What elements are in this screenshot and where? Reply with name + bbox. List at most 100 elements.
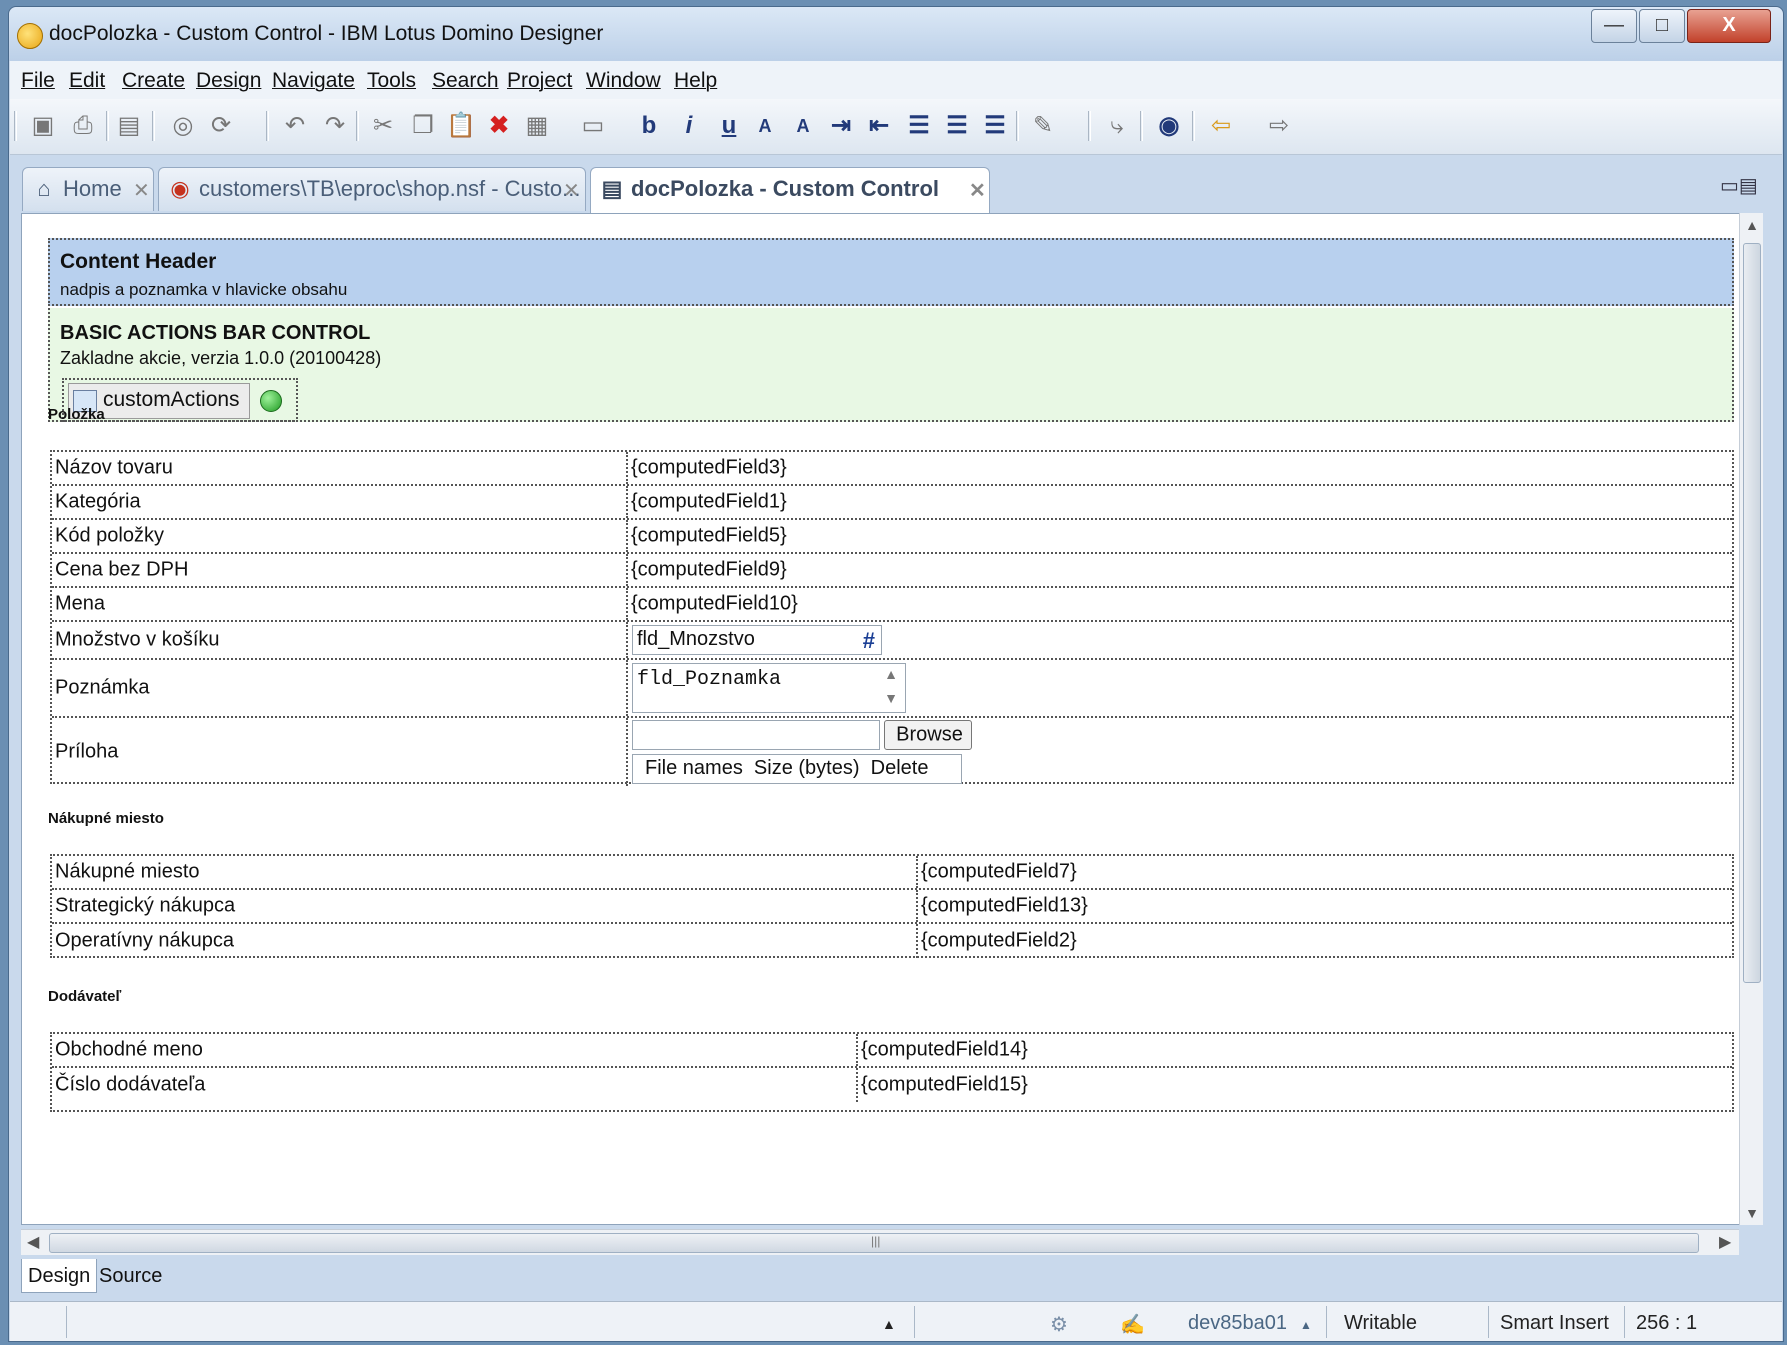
- paste-icon[interactable]: 📋: [446, 111, 476, 141]
- tab-docpolozka[interactable]: ▤ docPolozka - Custom Control ✕: [590, 167, 990, 213]
- menu-search[interactable]: Search: [432, 69, 499, 93]
- section-title-dodavatel: Dodávateľ: [48, 988, 122, 1005]
- table-row: Operatívny nákupca {computedField2}: [52, 924, 1732, 958]
- menu-file[interactable]: File: [21, 69, 55, 93]
- minimize-button[interactable]: —: [1591, 9, 1637, 43]
- indent-icon[interactable]: ⇥: [826, 111, 856, 141]
- replicate-icon[interactable]: ⟳: [206, 111, 236, 141]
- table-row: Množstvo v košíku fld_Mnozstvo #: [52, 622, 1732, 660]
- italic-icon[interactable]: i: [674, 111, 704, 141]
- nakupne-miesto-table: Nákupné miesto {computedField7} Strategi…: [50, 854, 1734, 958]
- menu-edit[interactable]: Edit: [69, 69, 105, 93]
- undo-icon[interactable]: ↶: [280, 111, 310, 141]
- actions-bar-panel[interactable]: BASIC ACTIONS BAR CONTROL Zakladne akcie…: [48, 308, 1734, 422]
- underline-icon[interactable]: u: [714, 111, 744, 141]
- menu-create[interactable]: Create: [122, 69, 185, 93]
- file-download-table[interactable]: File names Size (bytes) Delete: [632, 754, 962, 784]
- database-icon: ◉: [170, 176, 190, 201]
- table-row: Príloha Browse File names Size (bytes) D…: [52, 718, 1732, 786]
- menu-help[interactable]: Help: [674, 69, 717, 93]
- align-center-icon[interactable]: ☰: [942, 111, 972, 141]
- tab-shop-database[interactable]: ◉ customers\TB\eproc\shop.nsf - Custo...…: [158, 167, 586, 211]
- restore-view-icon[interactable]: ▭▤: [1720, 173, 1758, 198]
- design-canvas[interactable]: Content Header nadpis a poznamka v hlavi…: [21, 213, 1761, 1225]
- table-row: Cena bez DPH {computedField9}: [52, 554, 1732, 588]
- close-tab-icon[interactable]: ✕: [969, 178, 986, 203]
- forward-arrow-icon[interactable]: ⇨: [1264, 111, 1294, 141]
- tab-home[interactable]: ⌂ Home ✕: [22, 167, 154, 211]
- outdent-icon[interactable]: ⇤: [864, 111, 894, 141]
- close-tab-icon[interactable]: ✕: [133, 178, 150, 203]
- back-arrow-icon[interactable]: ⇦: [1206, 111, 1236, 141]
- cut-icon[interactable]: ✂: [368, 111, 398, 141]
- horizontal-scrollbar[interactable]: ◀ ||| ▶: [21, 1229, 1739, 1255]
- close-button[interactable]: X: [1687, 9, 1771, 43]
- table-row: Mena {computedField10}: [52, 588, 1732, 622]
- dodavatel-table: Obchodné meno {computedField14} Číslo do…: [50, 1032, 1734, 1112]
- delete-icon[interactable]: ✖: [484, 111, 514, 141]
- table-row: Strategický nákupca {computedField13}: [52, 890, 1732, 924]
- status-ok-icon: [260, 390, 282, 412]
- polozka-table: Názov tovaru {computedField3} Kategória …: [50, 450, 1734, 786]
- menu-window[interactable]: Window: [586, 69, 661, 93]
- server-menu-icon[interactable]: ▲: [1300, 1318, 1312, 1332]
- content-header-panel[interactable]: Content Header nadpis a poznamka v hlavi…: [48, 238, 1734, 306]
- menu-navigate[interactable]: Navigate: [272, 69, 355, 93]
- actions-bar-title: BASIC ACTIONS BAR CONTROL: [60, 322, 371, 344]
- redo-icon[interactable]: ↷: [320, 111, 350, 141]
- browse-button[interactable]: Browse: [884, 720, 972, 750]
- globe-icon[interactable]: ◉: [1154, 111, 1184, 141]
- server-name[interactable]: dev85ba01: [1188, 1312, 1287, 1335]
- scroll-thumb[interactable]: [1743, 243, 1761, 983]
- note-textarea[interactable]: fld_Poznamka ▲ ▼: [632, 663, 906, 713]
- vertical-scrollbar[interactable]: ▲ ▼: [1739, 213, 1763, 1225]
- scroll-down-icon[interactable]: ▼: [879, 690, 903, 706]
- menu-tools[interactable]: Tools: [367, 69, 416, 93]
- tab-design[interactable]: Design: [21, 1259, 98, 1293]
- font-grow-icon[interactable]: A: [750, 111, 780, 141]
- close-tab-icon[interactable]: ✕: [563, 178, 580, 203]
- table-row: Obchodné meno {computedField14}: [52, 1034, 1732, 1068]
- align-left-icon[interactable]: ☰: [904, 111, 934, 141]
- window-title: docPolozka - Custom Control - IBM Lotus …: [49, 22, 604, 45]
- server-icon[interactable]: ◎: [168, 111, 198, 141]
- file-upload-input[interactable]: [632, 720, 880, 750]
- connection-icon: ⚙: [1050, 1314, 1068, 1336]
- scroll-right-icon[interactable]: ▶: [1719, 1232, 1731, 1252]
- align-right-icon[interactable]: ☰: [980, 111, 1010, 141]
- highlight-icon[interactable]: ✎: [1028, 111, 1058, 141]
- layout-icon[interactable]: ▭: [578, 111, 608, 141]
- domino-designer-icon: [17, 23, 43, 49]
- scroll-left-icon[interactable]: ◀: [27, 1232, 39, 1252]
- print-icon[interactable]: ⎙: [68, 111, 98, 141]
- scroll-up-icon[interactable]: ▲: [879, 666, 903, 682]
- custom-control-icon: ▤: [601, 176, 623, 201]
- menu-project[interactable]: Project: [507, 69, 572, 93]
- tab-source[interactable]: Source: [93, 1259, 168, 1293]
- editor-mode-tabs: Design Source: [21, 1257, 1761, 1297]
- link-icon[interactable]: ⤷: [1102, 111, 1132, 141]
- maximize-button[interactable]: □: [1639, 9, 1685, 43]
- table-icon[interactable]: ▦: [522, 111, 552, 141]
- number-field-icon: #: [862, 628, 875, 653]
- font-shrink-icon[interactable]: A: [788, 111, 818, 141]
- toolbar: ▣ ⎙ ▤ ◎ ⟳ ↶ ↷ ✂ ❐ 📋 ✖ ▦ ▭ b i u A A ⇥ ⇤ …: [10, 99, 1782, 155]
- write-mode: Writable: [1344, 1312, 1417, 1334]
- copy-icon[interactable]: ❐: [408, 111, 438, 141]
- binary-icon[interactable]: ▤: [114, 111, 144, 141]
- save-icon[interactable]: ▣: [28, 111, 58, 141]
- quantity-field[interactable]: fld_Mnozstvo #: [632, 625, 882, 655]
- scroll-down-icon[interactable]: ▼: [1740, 1205, 1764, 1221]
- insert-mode: Smart Insert: [1500, 1312, 1609, 1334]
- table-row: Poznámka fld_Poznamka ▲ ▼: [52, 660, 1732, 718]
- grip-icon: |||: [871, 1234, 881, 1248]
- app-window: docPolozka - Custom Control - IBM Lotus …: [8, 6, 1784, 1342]
- menu-design[interactable]: Design: [196, 69, 261, 93]
- table-row: Číslo dodávateľa {computedField15}: [52, 1068, 1732, 1102]
- status-expand-icon[interactable]: ▲: [882, 1316, 896, 1332]
- status-bar: ▲ ⚙ ✍ dev85ba01 ▲ Writable Smart Insert …: [10, 1301, 1782, 1341]
- scroll-up-icon[interactable]: ▲: [1740, 217, 1764, 233]
- bold-icon[interactable]: b: [634, 111, 664, 141]
- signature-icon: ✍: [1120, 1314, 1145, 1336]
- actions-bar-subtitle: Zakladne akcie, verzia 1.0.0 (20100428): [60, 348, 382, 368]
